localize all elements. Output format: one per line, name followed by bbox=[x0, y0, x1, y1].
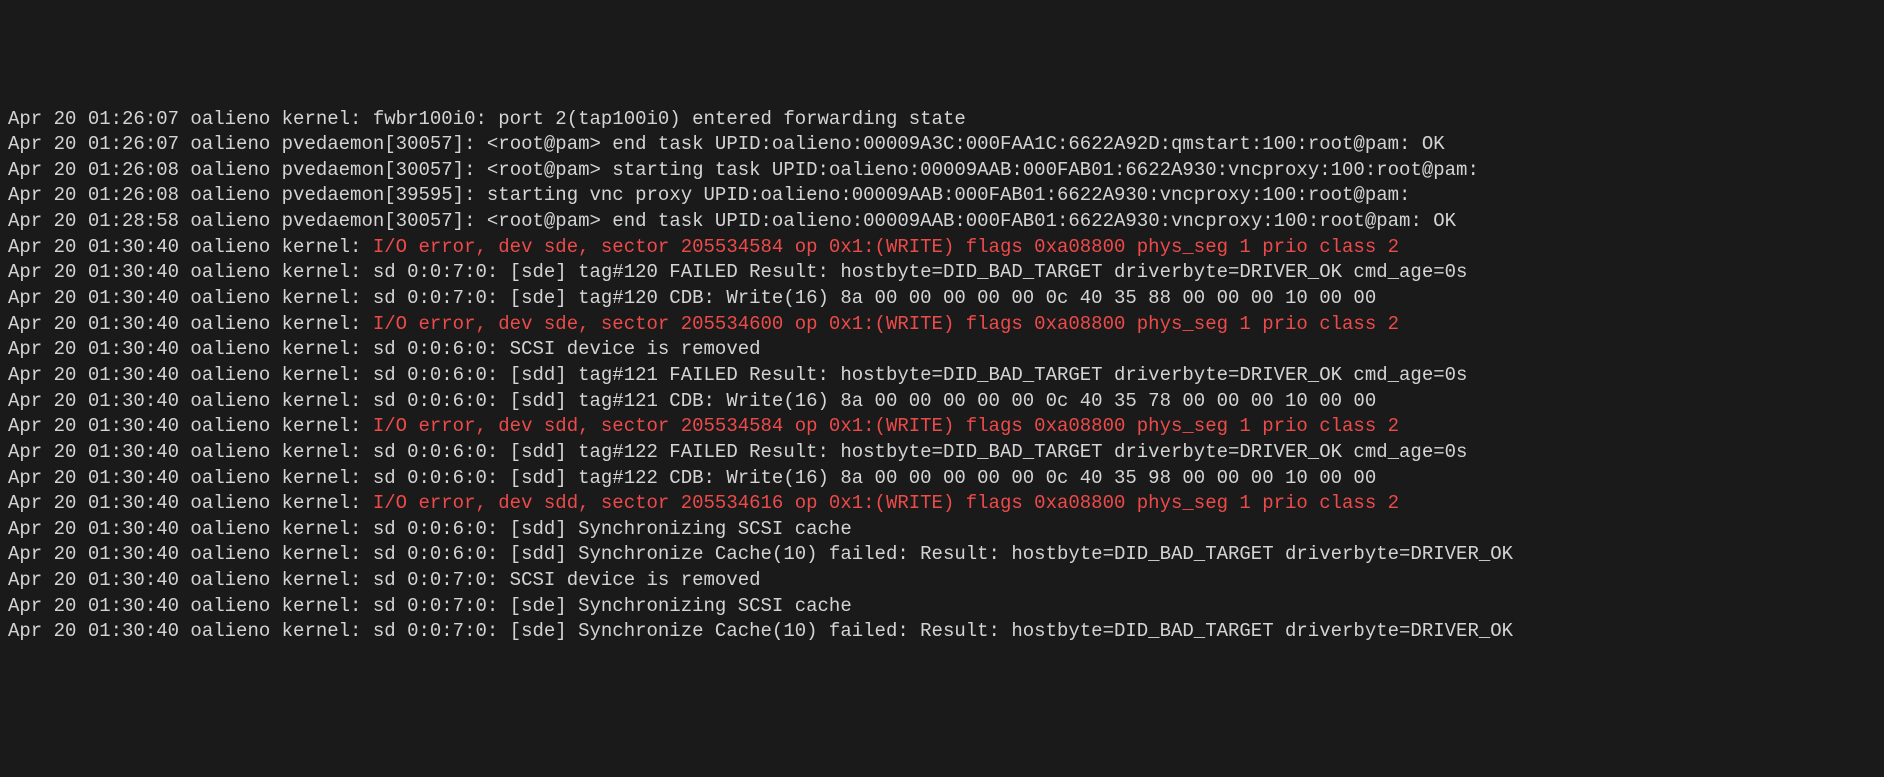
log-line: Apr 20 01:30:40 oalieno kernel: I/O erro… bbox=[8, 414, 1876, 440]
log-line: Apr 20 01:30:40 oalieno kernel: I/O erro… bbox=[8, 312, 1876, 338]
log-prefix: Apr 20 01:30:40 oalieno kernel: bbox=[8, 492, 373, 514]
log-prefix: Apr 20 01:30:40 oalieno kernel: bbox=[8, 518, 373, 540]
log-line: Apr 20 01:30:40 oalieno kernel: I/O erro… bbox=[8, 235, 1876, 261]
log-prefix: Apr 20 01:30:40 oalieno kernel: bbox=[8, 467, 373, 489]
log-error-message: I/O error, dev sdd, sector 205534584 op … bbox=[373, 415, 1399, 437]
log-message: starting vnc proxy UPID:oalieno:00009AAB… bbox=[487, 184, 1411, 206]
log-line: Apr 20 01:26:08 oalieno pvedaemon[30057]… bbox=[8, 158, 1876, 184]
log-message: sd 0:0:7:0: [sde] tag#120 FAILED Result:… bbox=[373, 261, 1468, 283]
log-error-message: I/O error, dev sde, sector 205534600 op … bbox=[373, 313, 1399, 335]
log-line: Apr 20 01:30:40 oalieno kernel: I/O erro… bbox=[8, 491, 1876, 517]
terminal-log-output: Apr 20 01:26:07 oalieno kernel: fwbr100i… bbox=[8, 107, 1876, 645]
log-message: sd 0:0:6:0: [sdd] tag#121 CDB: Write(16)… bbox=[373, 390, 1376, 412]
log-message: sd 0:0:7:0: [sde] tag#120 CDB: Write(16)… bbox=[373, 287, 1376, 309]
log-message: sd 0:0:6:0: [sdd] tag#122 FAILED Result:… bbox=[373, 441, 1468, 463]
log-line: Apr 20 01:30:40 oalieno kernel: sd 0:0:6… bbox=[8, 389, 1876, 415]
log-line: Apr 20 01:30:40 oalieno kernel: sd 0:0:6… bbox=[8, 517, 1876, 543]
log-line: Apr 20 01:30:40 oalieno kernel: sd 0:0:7… bbox=[8, 260, 1876, 286]
log-prefix: Apr 20 01:30:40 oalieno kernel: bbox=[8, 261, 373, 283]
log-prefix: Apr 20 01:30:40 oalieno kernel: bbox=[8, 415, 373, 437]
log-message: sd 0:0:7:0: [sde] Synchronize Cache(10) … bbox=[373, 620, 1513, 642]
log-message: <root@pam> end task UPID:oalieno:00009A3… bbox=[487, 133, 1445, 155]
log-prefix: Apr 20 01:28:58 oalieno pvedaemon[30057]… bbox=[8, 210, 487, 232]
log-prefix: Apr 20 01:30:40 oalieno kernel: bbox=[8, 313, 373, 335]
log-message: sd 0:0:6:0: [sdd] Synchronizing SCSI cac… bbox=[373, 518, 852, 540]
log-prefix: Apr 20 01:30:40 oalieno kernel: bbox=[8, 595, 373, 617]
log-prefix: Apr 20 01:26:07 oalieno pvedaemon[30057]… bbox=[8, 133, 487, 155]
log-message: <root@pam> end task UPID:oalieno:00009AA… bbox=[487, 210, 1456, 232]
log-message: sd 0:0:6:0: [sdd] Synchronize Cache(10) … bbox=[373, 543, 1513, 565]
log-prefix: Apr 20 01:30:40 oalieno kernel: bbox=[8, 620, 373, 642]
log-line: Apr 20 01:30:40 oalieno kernel: sd 0:0:6… bbox=[8, 363, 1876, 389]
log-prefix: Apr 20 01:30:40 oalieno kernel: bbox=[8, 364, 373, 386]
log-message: fwbr100i0: port 2(tap100i0) entered forw… bbox=[373, 108, 966, 130]
log-line: Apr 20 01:30:40 oalieno kernel: sd 0:0:6… bbox=[8, 542, 1876, 568]
log-error-message: I/O error, dev sde, sector 205534584 op … bbox=[373, 236, 1399, 258]
log-line: Apr 20 01:28:58 oalieno pvedaemon[30057]… bbox=[8, 209, 1876, 235]
log-line: Apr 20 01:26:07 oalieno pvedaemon[30057]… bbox=[8, 132, 1876, 158]
log-line: Apr 20 01:30:40 oalieno kernel: sd 0:0:7… bbox=[8, 568, 1876, 594]
log-prefix: Apr 20 01:30:40 oalieno kernel: bbox=[8, 390, 373, 412]
log-error-message: I/O error, dev sdd, sector 205534616 op … bbox=[373, 492, 1399, 514]
log-line: Apr 20 01:30:40 oalieno kernel: sd 0:0:6… bbox=[8, 440, 1876, 466]
log-line: Apr 20 01:30:40 oalieno kernel: sd 0:0:7… bbox=[8, 594, 1876, 620]
log-line: Apr 20 01:26:08 oalieno pvedaemon[39595]… bbox=[8, 183, 1876, 209]
log-message: <root@pam> starting task UPID:oalieno:00… bbox=[487, 159, 1479, 181]
log-prefix: Apr 20 01:30:40 oalieno kernel: bbox=[8, 287, 373, 309]
log-line: Apr 20 01:30:40 oalieno kernel: sd 0:0:7… bbox=[8, 619, 1876, 645]
log-prefix: Apr 20 01:30:40 oalieno kernel: bbox=[8, 543, 373, 565]
log-message: sd 0:0:6:0: SCSI device is removed bbox=[373, 338, 761, 360]
log-prefix: Apr 20 01:30:40 oalieno kernel: bbox=[8, 569, 373, 591]
log-prefix: Apr 20 01:30:40 oalieno kernel: bbox=[8, 441, 373, 463]
log-message: sd 0:0:7:0: SCSI device is removed bbox=[373, 569, 761, 591]
log-prefix: Apr 20 01:30:40 oalieno kernel: bbox=[8, 236, 373, 258]
log-line: Apr 20 01:26:07 oalieno kernel: fwbr100i… bbox=[8, 107, 1876, 133]
log-prefix: Apr 20 01:30:40 oalieno kernel: bbox=[8, 338, 373, 360]
log-line: Apr 20 01:30:40 oalieno kernel: sd 0:0:6… bbox=[8, 466, 1876, 492]
log-line: Apr 20 01:30:40 oalieno kernel: sd 0:0:6… bbox=[8, 337, 1876, 363]
log-prefix: Apr 20 01:26:07 oalieno kernel: bbox=[8, 108, 373, 130]
log-prefix: Apr 20 01:26:08 oalieno pvedaemon[30057]… bbox=[8, 159, 487, 181]
log-message: sd 0:0:6:0: [sdd] tag#122 CDB: Write(16)… bbox=[373, 467, 1376, 489]
log-line: Apr 20 01:30:40 oalieno kernel: sd 0:0:7… bbox=[8, 286, 1876, 312]
log-prefix: Apr 20 01:26:08 oalieno pvedaemon[39595]… bbox=[8, 184, 487, 206]
log-message: sd 0:0:6:0: [sdd] tag#121 FAILED Result:… bbox=[373, 364, 1468, 386]
log-message: sd 0:0:7:0: [sde] Synchronizing SCSI cac… bbox=[373, 595, 852, 617]
